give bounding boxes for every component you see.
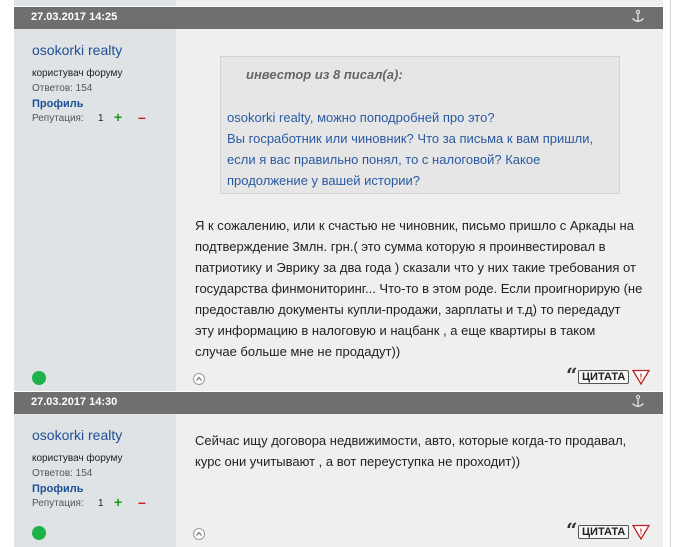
anchor-icon[interactable] (630, 394, 646, 410)
quote-line: если я вас правильно понял, то с налогов… (227, 152, 541, 167)
author-name[interactable]: osokorki realty (32, 42, 122, 58)
answer-count: Ответов: 154 (32, 83, 93, 94)
quote-line: Вы госработник или чиновник? Что за пись… (227, 131, 594, 146)
quote-icon: “ (566, 518, 578, 542)
text-line: Сейчас ищу договора недвижимости, авто, … (195, 433, 627, 448)
back-to-top-icon[interactable] (193, 373, 205, 385)
profile-link[interactable]: Профиль (32, 98, 83, 110)
profile-link[interactable]: Профиль (32, 483, 83, 495)
reputation-label: Репутация: (32, 113, 84, 124)
post-date: 27.03.2017 14:25 (31, 11, 118, 23)
reputation-value: 1 (98, 113, 104, 124)
quote-line: osokorki realty, можно поподробней про э… (227, 110, 495, 125)
reputation-minus-button[interactable]: – (138, 494, 146, 510)
previous-post-tail (14, 0, 663, 6)
author-panel: osokorki realty користувач форуму Ответо… (14, 29, 176, 391)
quote-icon: “ (566, 363, 578, 387)
quote-author: инвестор из 8 писал(а): (246, 67, 403, 82)
text-line: предоставлю документы купли-продажи, зар… (195, 302, 621, 317)
text-line: подтверждение 3млн. грн.( это сумма кото… (195, 239, 606, 254)
post-content: инвестор из 8 писал(а): osokorki realty,… (176, 29, 663, 391)
text-line: случае больше мне не продадут)) (195, 344, 401, 359)
post-text: Сейчас ищу договора недвижимости, авто, … (195, 430, 655, 472)
post-content: Сейчас ищу договора недвижимости, авто, … (176, 414, 663, 547)
forum-post: 27.03.2017 14:25 osokorki realty користу… (14, 7, 663, 391)
online-status-icon (32, 371, 46, 385)
quote-button-label: ЦИТАТА (578, 370, 630, 384)
author-role: користувач форуму (32, 68, 123, 79)
post-text: Я к сожалению, или к счастью не чиновник… (195, 215, 655, 362)
report-icon[interactable]: ! (632, 524, 650, 540)
quote-line: продолжение у вашей истории? (227, 173, 420, 188)
reputation-plus-button[interactable]: + (114, 109, 122, 125)
reputation-plus-button[interactable]: + (114, 494, 122, 510)
reputation: Репутация: 1 + – (32, 109, 146, 125)
forum-post: 27.03.2017 14:30 osokorki realty користу… (14, 392, 663, 547)
post-header: 27.03.2017 14:30 (14, 392, 663, 414)
quote-button-label: ЦИТАТА (578, 525, 630, 539)
reputation-minus-button[interactable]: – (138, 109, 146, 125)
post-date: 27.03.2017 14:30 (31, 396, 118, 408)
online-status-icon (32, 526, 46, 540)
svg-text:!: ! (640, 528, 643, 537)
text-line: государства финмониторинг... Что-то в эт… (195, 281, 643, 296)
author-panel: osokorki realty користувач форуму Ответо… (14, 414, 176, 547)
anchor-icon[interactable] (630, 9, 646, 25)
post-header: 27.03.2017 14:25 (14, 7, 663, 29)
reputation-label: Репутация: (32, 498, 84, 509)
text-line: эту информацию в налоговую и нацбанк , а… (195, 323, 596, 338)
author-name[interactable]: osokorki realty (32, 427, 122, 443)
author-role: користувач форуму (32, 453, 123, 464)
reputation-value: 1 (98, 498, 104, 509)
text-line: патриотику и Эврику за два года ) сказал… (195, 260, 636, 275)
text-line: курс они учитывают , а вот переуступка н… (195, 454, 521, 469)
quote-block: инвестор из 8 писал(а): osokorki realty,… (220, 56, 620, 194)
reputation: Репутация: 1 + – (32, 494, 146, 510)
svg-text:!: ! (640, 373, 643, 382)
answer-count: Ответов: 154 (32, 468, 93, 479)
text-line: Я к сожалению, или к счастью не чиновник… (195, 218, 634, 233)
back-to-top-icon[interactable] (193, 528, 205, 540)
report-icon[interactable]: ! (632, 369, 650, 385)
quote-text: osokorki realty, можно поподробней про э… (227, 107, 613, 191)
